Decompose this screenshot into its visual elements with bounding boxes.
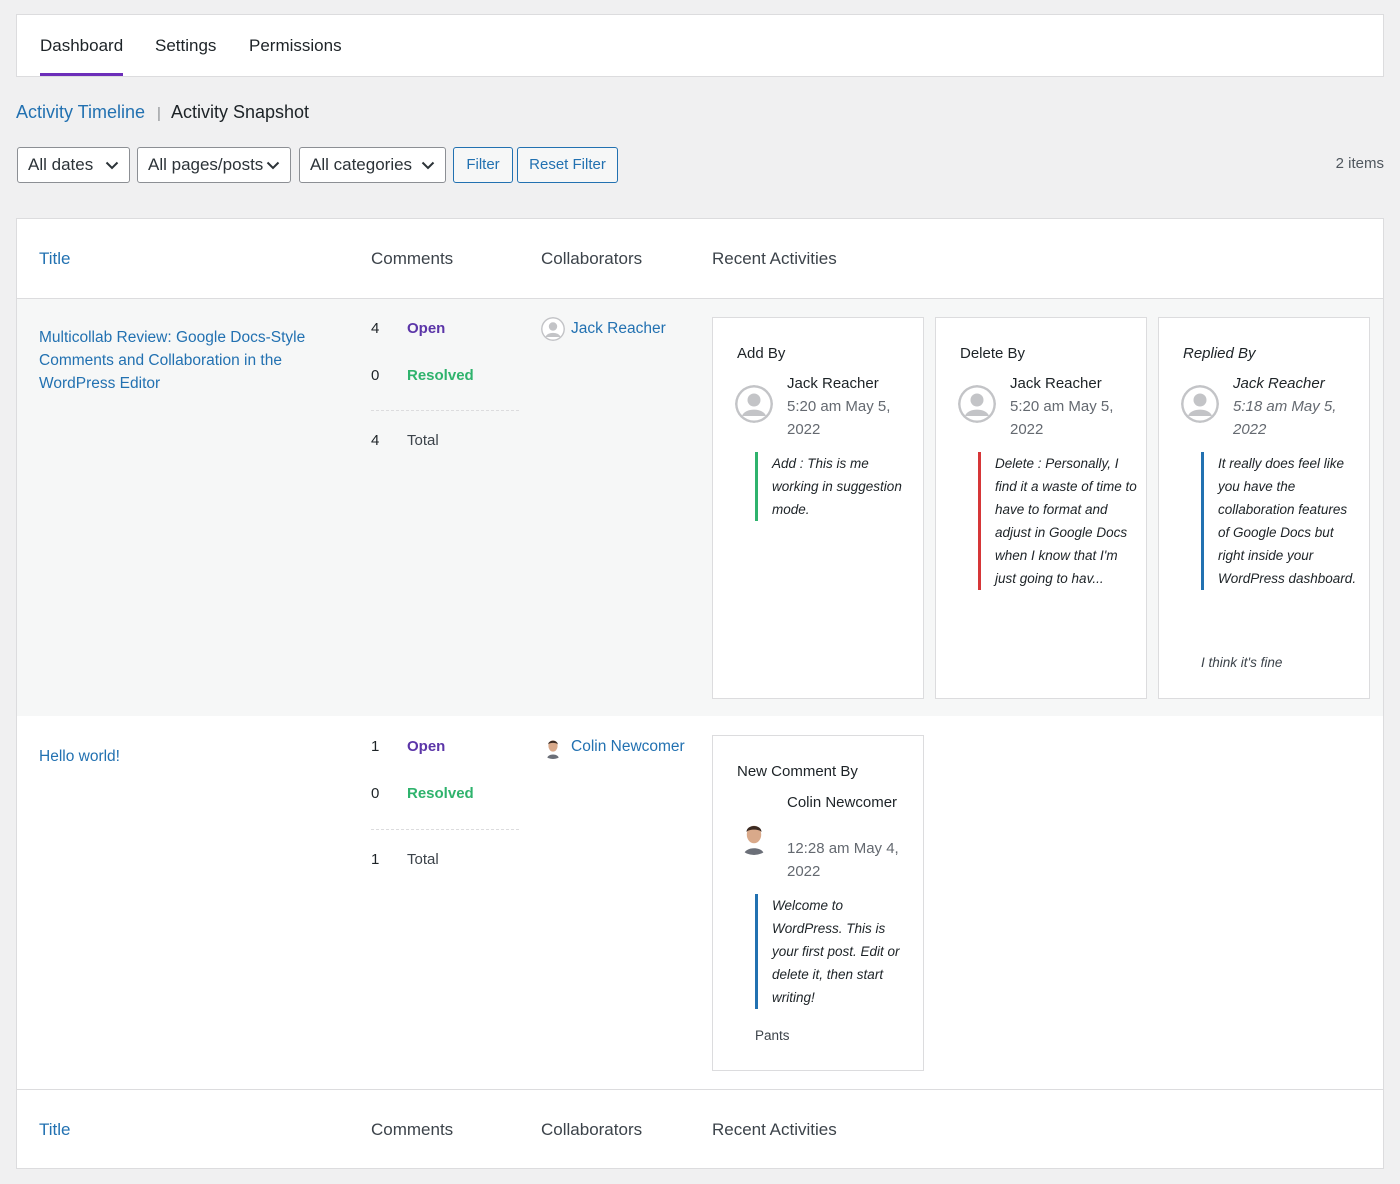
stat-divider bbox=[371, 410, 519, 411]
total-count: 1 bbox=[371, 851, 380, 868]
activity-user: Jack Reacher bbox=[787, 375, 879, 392]
column-title[interactable]: Title bbox=[39, 1090, 71, 1170]
resolved-link[interactable]: Resolved bbox=[407, 367, 474, 384]
reset-filter-button[interactable]: Reset Filter bbox=[517, 147, 618, 183]
tab-permissions[interactable]: Permissions bbox=[249, 15, 342, 76]
column-recent-activities: Recent Activities bbox=[712, 249, 837, 268]
activity-quote: Delete : Personally, I find it a waste o… bbox=[978, 452, 1138, 590]
activity-snapshot-current: Activity Snapshot bbox=[170, 102, 310, 122]
column-comments: Comments bbox=[371, 249, 454, 268]
item-count: 2 items bbox=[1335, 155, 1384, 172]
default-avatar-icon bbox=[958, 385, 996, 423]
pages-select-value: All pages/posts bbox=[148, 155, 264, 174]
activity-card: New Comment By Colin Newcomer 12:28 am M… bbox=[712, 735, 924, 1071]
resolved-count: 0 bbox=[371, 785, 380, 802]
categories-select[interactable]: All categories bbox=[299, 147, 446, 183]
user-photo-avatar bbox=[735, 817, 773, 855]
activity-user: Jack Reacher bbox=[1010, 375, 1102, 392]
activity-quote: Add : This is me working in suggestion m… bbox=[755, 452, 915, 521]
open-link[interactable]: Open bbox=[407, 738, 445, 755]
user-photo-avatar bbox=[541, 735, 565, 759]
total-label: Total bbox=[407, 851, 439, 868]
resolved-comments-stat: 0 Resolved bbox=[371, 784, 474, 804]
activity-heading: Delete By bbox=[960, 345, 1026, 362]
activity-time: 5:20 am May 5, 2022 bbox=[787, 398, 891, 438]
total-comments-stat: 4 Total bbox=[371, 431, 439, 451]
collaborator-link[interactable]: Colin Newcomer bbox=[541, 735, 685, 759]
column-comments: Comments bbox=[371, 1120, 454, 1139]
tab-dashboard[interactable]: Dashboard bbox=[40, 15, 124, 76]
filter-button[interactable]: Filter bbox=[453, 147, 513, 183]
table-header: Title Comments Collaborators Recent Acti… bbox=[17, 219, 1383, 299]
collaborator-name: Jack Reacher bbox=[571, 320, 666, 337]
stat-divider bbox=[371, 829, 519, 830]
column-collaborators: Collaborators bbox=[541, 249, 643, 268]
dates-select[interactable]: All dates bbox=[17, 147, 130, 183]
chevron-down-icon bbox=[421, 148, 435, 182]
chevron-down-icon bbox=[105, 148, 119, 182]
activity-heading: Replied By bbox=[1183, 345, 1256, 362]
default-avatar-icon bbox=[541, 317, 565, 341]
resolved-link[interactable]: Resolved bbox=[407, 785, 474, 802]
top-tab-bar: Dashboard Settings Permissions bbox=[16, 14, 1384, 77]
column-collaborators: Collaborators bbox=[541, 1120, 643, 1139]
chevron-down-icon bbox=[266, 148, 280, 182]
categories-select-value: All categories bbox=[310, 155, 413, 174]
table-row: Hello world! 1 Open 0 Resolved 1 Total Coli… bbox=[17, 716, 1383, 1089]
resolved-count: 0 bbox=[371, 367, 380, 384]
activity-table: Title Comments Collaborators Recent Acti… bbox=[16, 218, 1384, 1169]
activity-reply: Pants bbox=[755, 1028, 790, 1043]
open-count: 1 bbox=[371, 738, 380, 755]
collaborator-link[interactable]: Jack Reacher bbox=[541, 317, 666, 341]
activity-heading: New Comment By bbox=[737, 763, 858, 780]
activity-quote: Welcome to WordPress. This is your first… bbox=[755, 894, 915, 1009]
total-count: 4 bbox=[371, 432, 380, 449]
sub-navigation: Activity Timeline | Activity Snapshot bbox=[16, 99, 309, 125]
subnav-separator: | bbox=[157, 105, 161, 122]
open-comments-stat: 1 Open bbox=[371, 737, 445, 757]
open-link[interactable]: Open bbox=[407, 320, 445, 337]
activity-time: 5:18 am May 5, 2022 bbox=[1233, 398, 1337, 438]
total-label: Total bbox=[407, 432, 439, 449]
table-footer: Title Comments Collaborators Recent Acti… bbox=[17, 1089, 1383, 1169]
tab-settings[interactable]: Settings bbox=[155, 15, 216, 76]
table-row: Multicollab Review: Google Docs-Style Co… bbox=[17, 299, 1383, 716]
activity-card: Add By Jack Reacher 5:20 am May 5, 2022 … bbox=[712, 317, 924, 699]
default-avatar-icon bbox=[735, 385, 773, 423]
activity-time: 5:20 am May 5, 2022 bbox=[1010, 398, 1114, 438]
activity-quote: It really does feel like you have the co… bbox=[1201, 452, 1361, 590]
resolved-comments-stat: 0 Resolved bbox=[371, 366, 474, 386]
column-recent-activities: Recent Activities bbox=[712, 1120, 837, 1139]
activity-user: Colin Newcomer bbox=[787, 794, 898, 811]
post-title-link[interactable]: Multicollab Review: Google Docs-Style Co… bbox=[39, 326, 329, 395]
activity-timeline-link[interactable]: Activity Timeline bbox=[16, 102, 145, 122]
pages-select[interactable]: All pages/posts bbox=[137, 147, 291, 183]
post-title-link[interactable]: Hello world! bbox=[39, 745, 329, 768]
column-title[interactable]: Title bbox=[39, 219, 71, 299]
open-count: 4 bbox=[371, 320, 380, 337]
activity-user: Jack Reacher bbox=[1233, 375, 1325, 392]
activity-reply: I think it's fine bbox=[1201, 655, 1283, 670]
activity-card: Delete By Jack Reacher 5:20 am May 5, 20… bbox=[935, 317, 1147, 699]
collaborator-name: Colin Newcomer bbox=[571, 738, 685, 755]
total-comments-stat: 1 Total bbox=[371, 850, 439, 870]
activity-heading: Add By bbox=[737, 345, 786, 362]
activity-card: Replied By Jack Reacher 5:18 am May 5, 2… bbox=[1158, 317, 1370, 699]
default-avatar-icon bbox=[1181, 385, 1219, 423]
open-comments-stat: 4 Open bbox=[371, 319, 445, 339]
activity-time: 12:28 am May 4, 2022 bbox=[787, 840, 899, 880]
dates-select-value: All dates bbox=[28, 155, 94, 174]
